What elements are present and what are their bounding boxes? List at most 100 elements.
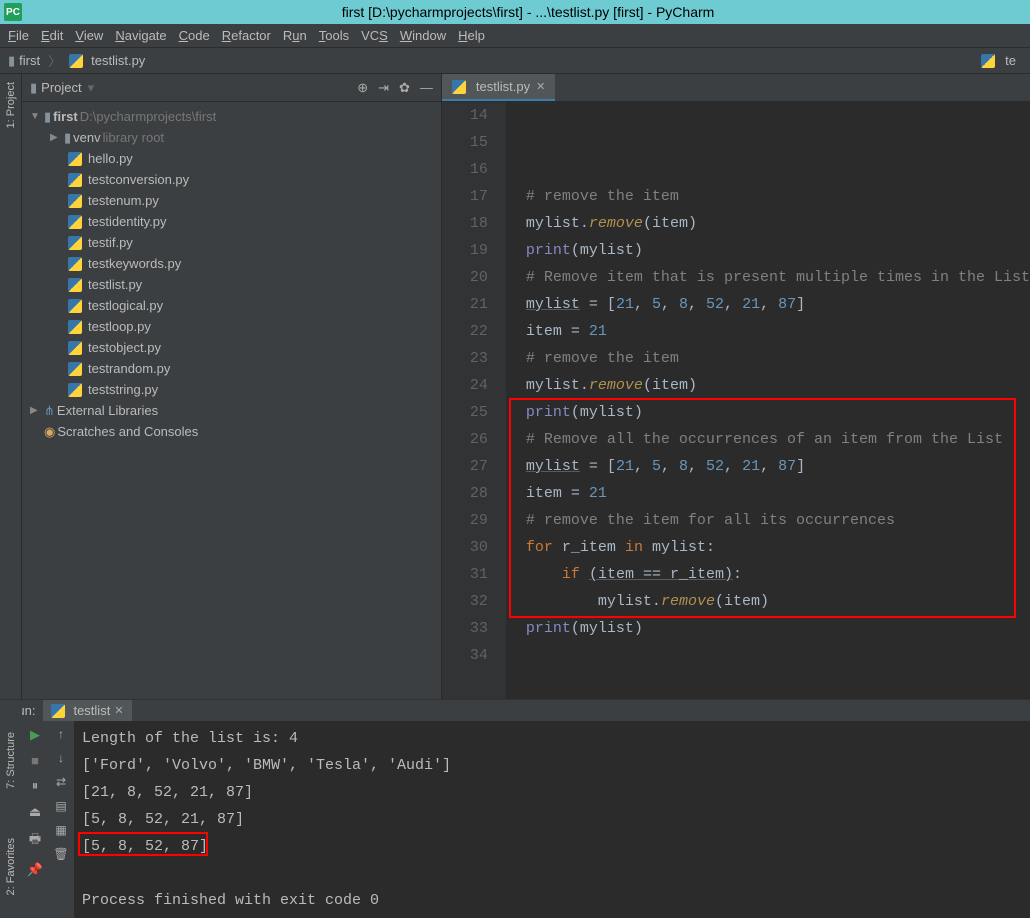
clear-icon[interactable]: ▦ — [55, 823, 66, 837]
project-tool-window: ▮ Project ▾ ⊕ ⇥ ✿ — ▼ ▮ first D:\pycharm… — [22, 74, 442, 699]
file-name: testlogical.py — [88, 298, 163, 313]
menu-code[interactable]: Code — [179, 28, 210, 43]
project-path: D:\pycharmprojects\first — [80, 109, 217, 124]
collapse-icon[interactable]: ▶ — [50, 132, 64, 143]
python-file-icon — [68, 215, 82, 229]
tree-file[interactable]: teststring.py — [22, 379, 441, 400]
folder-icon: ▮ — [8, 53, 15, 69]
tree-file[interactable]: testrandom.py — [22, 358, 441, 379]
pin-icon[interactable]: 📌 — [27, 862, 43, 878]
file-name: hello.py — [88, 151, 133, 166]
ext-label: External Libraries — [57, 403, 158, 418]
tree-file[interactable]: testenum.py — [22, 190, 441, 211]
pycharm-logo-icon: PC — [4, 3, 22, 21]
python-file-icon — [68, 362, 82, 376]
breadcrumb-separator-icon: 〉 — [48, 51, 61, 70]
tree-file[interactable]: hello.py — [22, 148, 441, 169]
rerun-icon[interactable]: ▶ — [30, 727, 40, 743]
menu-run[interactable]: Run — [283, 28, 307, 43]
menu-window[interactable]: Window — [400, 28, 446, 43]
tree-external-libs[interactable]: ▶ ⋔ External Libraries — [22, 400, 441, 421]
tree-file[interactable]: testidentity.py — [22, 211, 441, 232]
folder-icon: ▮ — [44, 109, 51, 125]
run-tool-window: Run: testlist ✕ ▶ ■ ⏸ ⏏ 🖶 📌 ↑ ↓ ⇄ ▤ ▦ 🗑 … — [0, 699, 1030, 909]
stop-icon[interactable]: ■ — [31, 753, 39, 768]
scratches-label: Scratches and Consoles — [57, 424, 198, 439]
library-icon: ⋔ — [44, 403, 55, 419]
print-icon[interactable]: 🖶 — [29, 830, 41, 852]
scroll-icon[interactable]: ▤ — [55, 799, 66, 813]
breadcrumb-project[interactable]: first — [19, 53, 40, 68]
tree-file[interactable]: testloop.py — [22, 316, 441, 337]
python-icon — [981, 54, 995, 68]
collapse-icon[interactable]: ⇥ — [378, 80, 389, 96]
rail-project[interactable]: 1: Project — [5, 82, 17, 128]
tree-scratches[interactable]: ◉ Scratches and Consoles — [22, 421, 441, 442]
trash-icon[interactable]: 🗑 — [53, 847, 68, 861]
expand-icon[interactable]: ▼ — [30, 111, 44, 122]
code-area[interactable]: # remove the itemmylist.remove(item)prin… — [506, 102, 1030, 699]
breadcrumb-file[interactable]: testlist.py — [91, 53, 145, 68]
menu-refactor[interactable]: Refactor — [222, 28, 271, 43]
menu-edit[interactable]: Edit — [41, 28, 63, 43]
down-icon[interactable]: ↓ — [58, 751, 64, 765]
navigation-bar: ▮ first 〉 testlist.py te — [0, 48, 1030, 74]
python-file-icon — [68, 236, 82, 250]
editor-tab-testlist[interactable]: testlist.py ✕ — [442, 74, 555, 101]
editor-area: testlist.py ✕ 14151617181920212223242526… — [442, 74, 1030, 699]
console-output[interactable]: Length of the list is: 4['Ford', 'Volvo'… — [74, 721, 1030, 918]
run-tab-label: testlist — [73, 703, 110, 718]
tree-file[interactable]: testconversion.py — [22, 169, 441, 190]
settings-icon[interactable]: ✿ — [399, 80, 410, 96]
run-toolbar-2: ↑ ↓ ⇄ ▤ ▦ 🗑 — [48, 721, 74, 918]
menu-help[interactable]: Help — [458, 28, 485, 43]
pause-icon[interactable]: ⏸ — [32, 778, 39, 794]
rail-favorites[interactable]: 2: Favorites — [0, 825, 22, 909]
rail-structure[interactable]: 7: Structure — [0, 700, 22, 820]
menu-navigate[interactable]: Navigate — [115, 28, 166, 43]
collapse-icon[interactable]: ▶ — [30, 405, 44, 416]
venv-name: venv — [73, 130, 100, 145]
python-file-icon — [68, 383, 82, 397]
exit-icon[interactable]: ⏏ — [29, 804, 41, 820]
up-icon[interactable]: ↑ — [58, 727, 64, 741]
python-file-icon — [68, 257, 82, 271]
tree-file[interactable]: testlist.py — [22, 274, 441, 295]
run-config-selector[interactable]: te — [975, 51, 1022, 70]
tree-root[interactable]: ▼ ▮ first D:\pycharmprojects\first — [22, 106, 441, 127]
file-name: testloop.py — [88, 319, 151, 334]
run-tab[interactable]: testlist ✕ — [43, 700, 131, 721]
locate-icon[interactable]: ⊕ — [357, 80, 368, 96]
file-name: testobject.py — [88, 340, 161, 355]
hide-icon[interactable]: — — [420, 80, 433, 96]
menu-view[interactable]: View — [75, 28, 103, 43]
menu-file[interactable]: File — [8, 28, 29, 43]
tree-file[interactable]: testif.py — [22, 232, 441, 253]
python-icon — [51, 704, 65, 718]
file-name: testenum.py — [88, 193, 159, 208]
gutter: 1415161718192021222324252627282930313233… — [442, 102, 506, 699]
tree-file[interactable]: testobject.py — [22, 337, 441, 358]
wrap-icon[interactable]: ⇄ — [56, 775, 66, 789]
sidebar-title: Project — [41, 80, 81, 95]
python-file-icon — [68, 194, 82, 208]
editor[interactable]: 1415161718192021222324252627282930313233… — [442, 102, 1030, 699]
folder-icon: ▮ — [64, 130, 71, 146]
tab-label: testlist.py — [476, 79, 530, 94]
python-file-icon — [68, 152, 82, 166]
python-file-icon — [68, 341, 82, 355]
dropdown-icon[interactable]: ▾ — [88, 80, 95, 96]
tree-file[interactable]: testkeywords.py — [22, 253, 441, 274]
file-name: testif.py — [88, 235, 133, 250]
file-name: testidentity.py — [88, 214, 167, 229]
tree-file[interactable]: testlogical.py — [22, 295, 441, 316]
project-tree: ▼ ▮ first D:\pycharmprojects\first ▶ ▮ v… — [22, 102, 441, 699]
menu-vcs[interactable]: VCS — [361, 28, 388, 43]
tree-venv[interactable]: ▶ ▮ venv library root — [22, 127, 441, 148]
close-icon[interactable]: ✕ — [536, 80, 545, 93]
close-icon[interactable]: ✕ — [114, 704, 123, 717]
menu-tools[interactable]: Tools — [319, 28, 349, 43]
python-file-icon — [68, 299, 82, 313]
project-name: first — [53, 109, 78, 124]
python-file-icon — [69, 54, 83, 68]
